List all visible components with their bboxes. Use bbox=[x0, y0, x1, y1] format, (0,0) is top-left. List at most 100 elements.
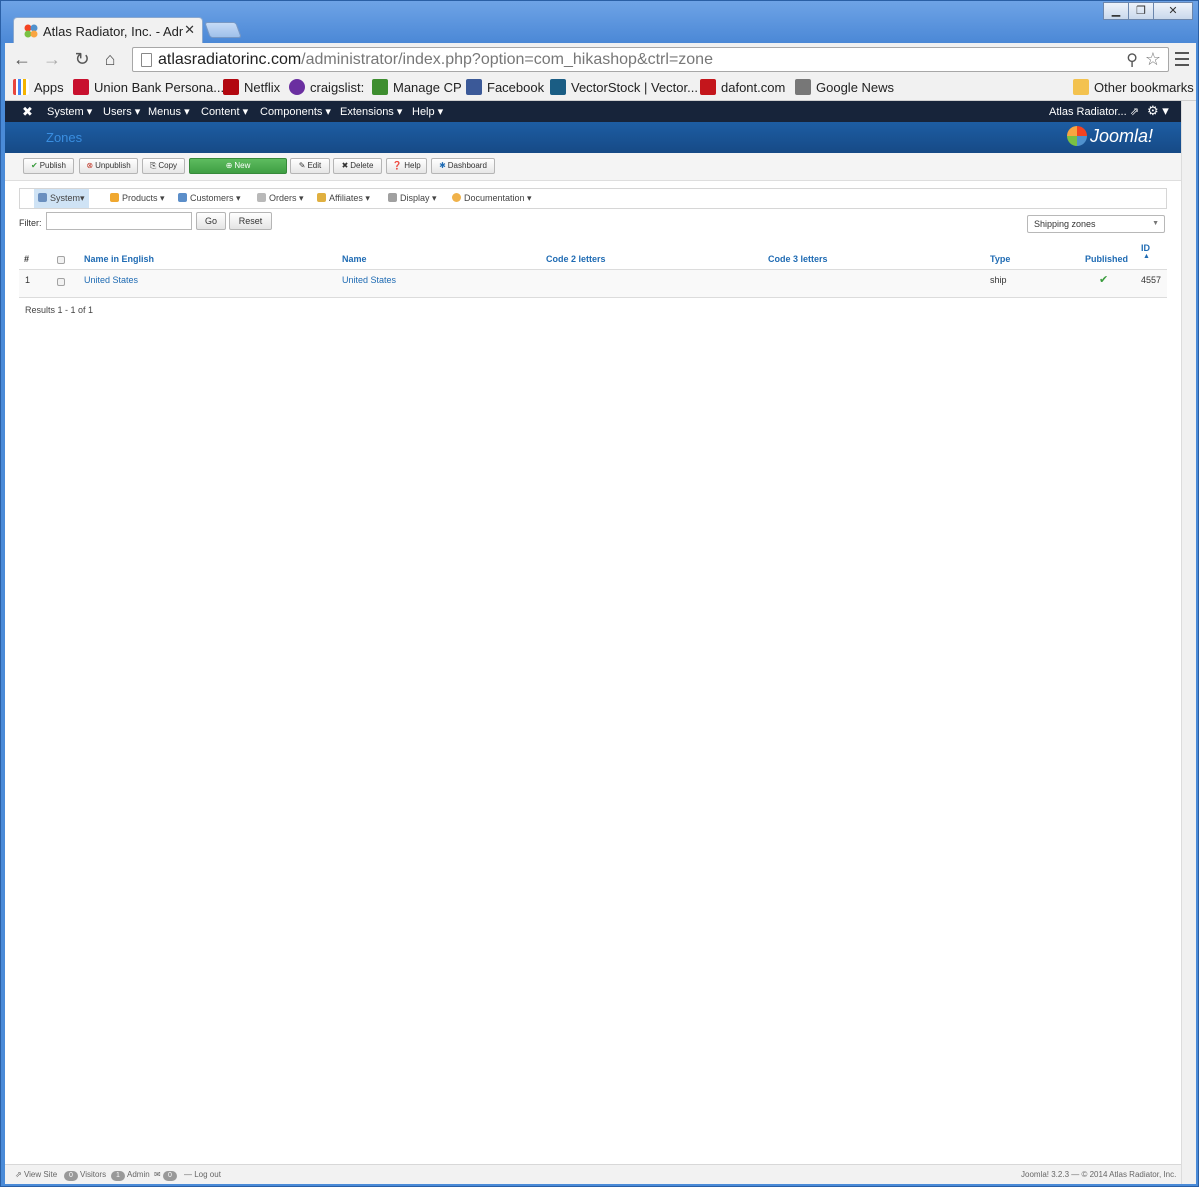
window-close-button[interactable]: ✕ bbox=[1153, 2, 1193, 20]
bookmark-star-icon[interactable]: ☆ bbox=[1145, 49, 1161, 70]
menu-help[interactable]: Help ▾ bbox=[412, 105, 443, 118]
hk-menu-products[interactable]: Products ▾ bbox=[106, 189, 169, 208]
bookmarks-bar: Apps Union Bank Persona... Netflix craig… bbox=[5, 75, 1196, 101]
display-icon bbox=[388, 193, 397, 202]
tab-close-icon[interactable]: ✕ bbox=[184, 22, 195, 38]
tab-title: Atlas Radiator, Inc. - Admi bbox=[43, 24, 183, 39]
header-name[interactable]: Name bbox=[342, 254, 367, 264]
new-tab-button[interactable] bbox=[204, 22, 242, 38]
header-name-english[interactable]: Name in English bbox=[84, 254, 154, 264]
customers-icon bbox=[178, 193, 187, 202]
address-url[interactable]: atlasradiatorinc.com/administrator/index… bbox=[158, 51, 713, 69]
edit-button[interactable]: ✎ Edit bbox=[290, 158, 330, 174]
dropdown-arrow-icon: ▼ bbox=[1152, 220, 1159, 227]
hk-menu-customers[interactable]: Customers ▾ bbox=[174, 189, 245, 208]
hk-menu-orders[interactable]: Orders ▾ bbox=[253, 189, 308, 208]
bookmark-vectorstock[interactable]: VectorStock | Vector... bbox=[550, 79, 698, 97]
netflix-icon bbox=[223, 79, 239, 95]
envelope-icon: ✉ bbox=[154, 1170, 161, 1179]
joomla-brand-icon bbox=[1067, 126, 1087, 146]
bookmark-apps[interactable]: Apps bbox=[13, 79, 64, 97]
products-icon bbox=[110, 193, 119, 202]
bookmark-craigslist[interactable]: craigslist: bbox=[289, 79, 364, 97]
hk-menu-display[interactable]: Display ▾ bbox=[384, 189, 441, 208]
unpublish-button[interactable]: ⊗ Unpublish bbox=[79, 158, 138, 174]
plus-circle-icon: ⊕ bbox=[225, 161, 233, 170]
chrome-menu-icon[interactable] bbox=[1171, 48, 1193, 68]
affiliates-icon bbox=[317, 193, 326, 202]
forward-arrow-icon[interactable]: → bbox=[41, 48, 63, 70]
bookmark-union-bank[interactable]: Union Bank Persona... bbox=[73, 79, 224, 97]
row-name[interactable]: United States bbox=[342, 275, 396, 285]
hk-menu-affiliates[interactable]: Affiliates ▾ bbox=[313, 189, 374, 208]
peace-icon bbox=[289, 79, 305, 95]
copyright-text: Joomla! 3.2.3 — © 2014 Atlas Radiator, I… bbox=[1021, 1170, 1177, 1179]
menu-system[interactable]: System ▾ bbox=[47, 105, 92, 118]
minimize-button[interactable]: ▁ bbox=[1103, 2, 1129, 20]
zone-type-select[interactable]: Shipping zones ▼ bbox=[1027, 215, 1165, 233]
unpublish-icon: ⊗ bbox=[86, 161, 94, 170]
help-icon: ❓ bbox=[392, 161, 403, 170]
hk-menu-system[interactable]: System▾ bbox=[34, 189, 89, 208]
filter-label: Filter: bbox=[19, 218, 42, 228]
filter-input[interactable] bbox=[46, 212, 192, 230]
copy-icon: ⎘ bbox=[149, 161, 157, 170]
facebook-icon bbox=[466, 79, 482, 95]
delete-button[interactable]: ✖ Delete bbox=[333, 158, 382, 174]
joomla-logo-icon[interactable]: ✖ bbox=[22, 104, 33, 120]
results-count: Results 1 - 1 of 1 bbox=[25, 305, 94, 315]
select-all-checkbox[interactable] bbox=[57, 256, 65, 264]
other-bookmarks[interactable]: Other bookmarks bbox=[1073, 79, 1194, 97]
go-button[interactable]: Go bbox=[196, 212, 226, 230]
help-button[interactable]: ❓ Help bbox=[386, 158, 427, 174]
header-code3[interactable]: Code 3 letters bbox=[768, 254, 828, 264]
search-icon[interactable]: ⚲ bbox=[1126, 50, 1138, 70]
row-checkbox[interactable] bbox=[57, 278, 65, 286]
bookmark-google-news[interactable]: Google News bbox=[795, 79, 894, 97]
messages-status[interactable]: ✉ 0 bbox=[154, 1170, 179, 1181]
bookmark-netflix[interactable]: Netflix bbox=[223, 79, 280, 97]
back-arrow-icon[interactable]: ← bbox=[11, 48, 33, 70]
union-bank-icon bbox=[73, 79, 89, 95]
bookmark-dafont[interactable]: dafont.com bbox=[700, 79, 785, 97]
reset-button[interactable]: Reset bbox=[229, 212, 272, 230]
external-link-icon: ⇗ bbox=[15, 1170, 22, 1179]
home-icon[interactable]: ⌂ bbox=[99, 48, 121, 70]
bookmark-manage-cp[interactable]: Manage CP bbox=[372, 79, 462, 97]
menu-components[interactable]: Components ▾ bbox=[260, 105, 331, 118]
header-code2[interactable]: Code 2 letters bbox=[546, 254, 606, 264]
new-button[interactable]: ⊕ New bbox=[189, 158, 287, 174]
address-bar[interactable]: atlasradiatorinc.com/administrator/index… bbox=[132, 47, 1169, 72]
header-type[interactable]: Type bbox=[990, 254, 1010, 264]
header-id[interactable]: ID bbox=[1141, 243, 1150, 253]
gear-icon[interactable]: ⚙ ▾ bbox=[1147, 103, 1169, 119]
title-bar: Atlas Radiator, Inc. - Admi ✕ ▁ ❐ ✕ bbox=[1, 1, 1198, 44]
manage-cp-icon bbox=[372, 79, 388, 95]
menu-menus[interactable]: Menus ▾ bbox=[148, 105, 190, 118]
log-out-link[interactable]: — Log out bbox=[184, 1170, 221, 1179]
publish-button[interactable]: ✔ Publish bbox=[23, 158, 74, 174]
user-site-link[interactable]: Atlas Radiator... ⇗ bbox=[1049, 105, 1139, 118]
maximize-button[interactable]: ❐ bbox=[1128, 2, 1154, 20]
row-name-english[interactable]: United States bbox=[84, 275, 138, 285]
header-published[interactable]: Published bbox=[1085, 254, 1128, 264]
row-number: 1 bbox=[25, 275, 31, 285]
view-site-link[interactable]: ⇗ View Site bbox=[15, 1170, 57, 1179]
copy-button[interactable]: ⎘ Copy bbox=[142, 158, 185, 174]
page-content: ✖ System ▾ Users ▾ Menus ▾ Content ▾ Com… bbox=[5, 101, 1196, 1184]
menu-users[interactable]: Users ▾ bbox=[103, 105, 140, 118]
reload-icon[interactable]: ↻ bbox=[71, 48, 93, 70]
orders-icon bbox=[257, 193, 266, 202]
bookmark-facebook[interactable]: Facebook bbox=[466, 79, 544, 97]
dashboard-button[interactable]: ✱ Dashboard bbox=[431, 158, 495, 174]
page-scrollbar[interactable] bbox=[1181, 101, 1196, 1184]
documentation-icon bbox=[452, 193, 461, 202]
browser-tab[interactable]: Atlas Radiator, Inc. - Admi ✕ bbox=[13, 17, 203, 44]
published-check-icon[interactable]: ✔ bbox=[1099, 273, 1108, 286]
menu-extensions[interactable]: Extensions ▾ bbox=[340, 105, 402, 118]
joomla-brand: Joomla! bbox=[1067, 126, 1153, 147]
menu-content[interactable]: Content ▾ bbox=[201, 105, 248, 118]
apps-grid-icon bbox=[13, 79, 29, 95]
hk-menu-documentation[interactable]: Documentation ▾ bbox=[448, 189, 536, 208]
minus-icon: — bbox=[184, 1170, 192, 1179]
